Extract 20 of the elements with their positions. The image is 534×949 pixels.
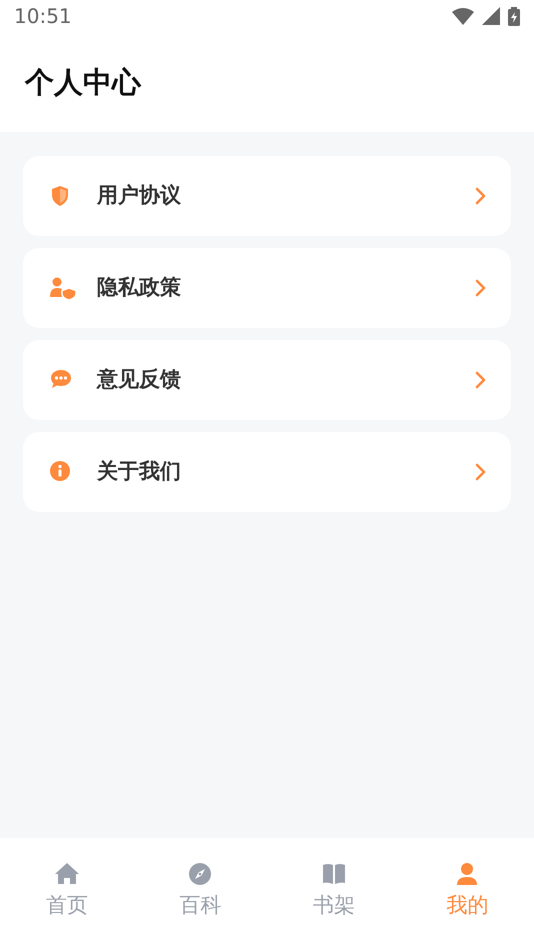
person-icon — [455, 862, 480, 886]
shield-icon — [50, 184, 70, 208]
wifi-icon — [452, 8, 474, 24]
home-icon — [54, 862, 79, 886]
book-icon — [322, 862, 346, 886]
menu-item[interactable]: 意见反馈 — [23, 340, 511, 420]
page-title: 个人中心 — [25, 68, 142, 97]
chevron-right-icon — [475, 187, 486, 205]
chevron-right-icon — [475, 279, 486, 297]
battery-icon — [508, 6, 520, 26]
signal-icon — [482, 7, 500, 25]
info-icon — [50, 460, 70, 484]
status-time: 10:51 — [14, 3, 72, 30]
compass-icon — [188, 862, 212, 886]
menu-item[interactable]: 用户协议 — [23, 156, 511, 236]
menu-item[interactable]: 关于我们 — [23, 432, 511, 512]
chevron-right-icon — [475, 463, 486, 481]
chevron-right-icon — [475, 371, 486, 389]
user-shield-icon — [50, 276, 77, 300]
menu-item[interactable]: 隐私政策 — [23, 248, 511, 328]
